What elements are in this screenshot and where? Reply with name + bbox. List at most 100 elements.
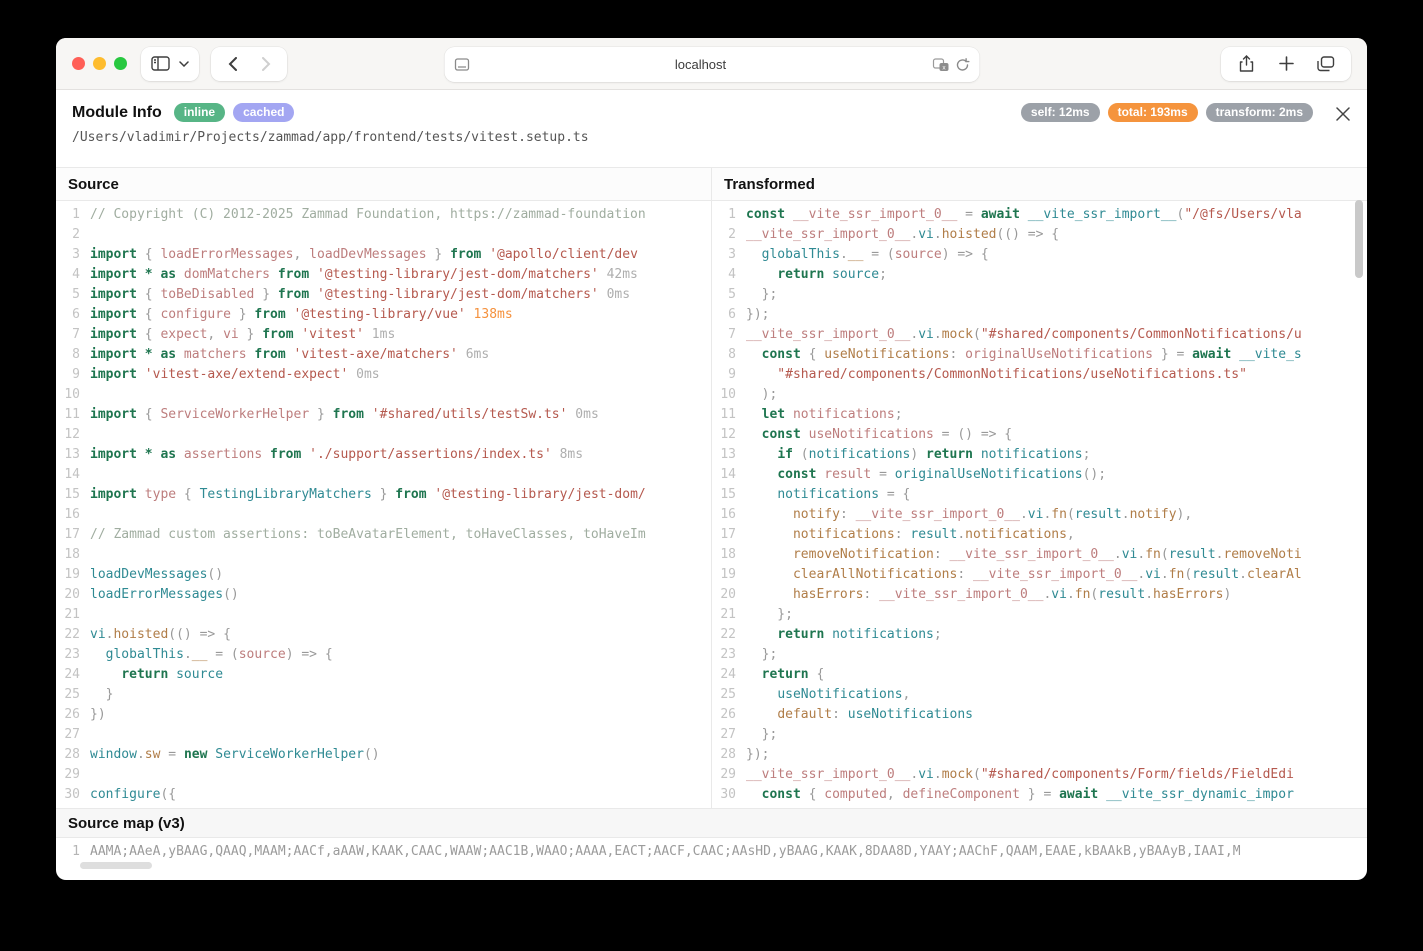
- code-line: 9import 'vitest-axe/extend-expect' 0ms: [56, 365, 711, 385]
- line-number: 14: [56, 465, 90, 485]
- line-number: 9: [56, 365, 90, 385]
- line-number: 18: [56, 545, 90, 565]
- line-number: 5: [712, 285, 746, 305]
- module-header: Module Info inlinecached self: 12mstotal…: [56, 90, 1367, 168]
- code-line: 21 };: [712, 605, 1367, 625]
- code-line: 23 };: [712, 645, 1367, 665]
- code-line: 3 globalThis.__ = (source) => {: [712, 245, 1367, 265]
- line-number: 20: [56, 585, 90, 605]
- close-window-button[interactable]: [72, 57, 85, 70]
- forward-button[interactable]: [251, 49, 281, 79]
- code-text: globalThis.__ = (source) => {: [746, 245, 1367, 265]
- horizontal-scrollbar-thumb[interactable]: [80, 862, 152, 869]
- code-line: 28});: [712, 745, 1367, 765]
- reload-icon[interactable]: [955, 58, 969, 72]
- code-text: import { configure } from '@testing-libr…: [90, 305, 711, 325]
- code-text: // Copyright (C) 2012-2025 Zammad Founda…: [90, 205, 711, 225]
- line-number: 25: [712, 685, 746, 705]
- line-number: 27: [712, 725, 746, 745]
- sidebar-toggle-group[interactable]: [141, 47, 199, 81]
- line-number: 23: [712, 645, 746, 665]
- code-text: const result = originalUseNotifications(…: [746, 465, 1367, 485]
- minimize-window-button[interactable]: [93, 57, 106, 70]
- code-line: 26 default: useNotifications: [712, 705, 1367, 725]
- code-line: 16 notify: __vite_ssr_import_0__.vi.fn(r…: [712, 505, 1367, 525]
- code-line: 14 const result = originalUseNotificatio…: [712, 465, 1367, 485]
- chevron-down-icon[interactable]: [179, 61, 189, 67]
- code-text: }): [90, 705, 711, 725]
- module-file-path: /Users/vladimir/Projects/zammad/app/fron…: [72, 130, 1351, 145]
- line-number: 11: [712, 405, 746, 425]
- code-line: 18: [56, 545, 711, 565]
- code-line: 11import { ServiceWorkerHelper } from '#…: [56, 405, 711, 425]
- line-number: 5: [56, 285, 90, 305]
- code-line: 24 return source: [56, 665, 711, 685]
- sourcemap-header: Source map (v3): [56, 808, 1367, 838]
- browser-titlebar: localhost x: [56, 38, 1367, 90]
- code-text: [90, 765, 711, 785]
- code-line: 19loadDevMessages(): [56, 565, 711, 585]
- line-number: 8: [712, 345, 746, 365]
- code-line: 29: [56, 765, 711, 785]
- sidebar-icon[interactable]: [151, 56, 170, 71]
- transformed-code-panel[interactable]: 1const __vite_ssr_import_0__ = await __v…: [711, 201, 1367, 808]
- tab-overview-button[interactable]: [1309, 49, 1343, 79]
- page-title: Module Info: [72, 104, 162, 122]
- code-line: 17 notifications: result.notifications,: [712, 525, 1367, 545]
- source-code-panel[interactable]: 1// Copyright (C) 2012-2025 Zammad Found…: [56, 201, 711, 808]
- code-line: 5import { toBeDisabled } from '@testing-…: [56, 285, 711, 305]
- line-number: 21: [56, 605, 90, 625]
- code-text: const __vite_ssr_import_0__ = await __vi…: [746, 205, 1367, 225]
- code-text: };: [746, 725, 1367, 745]
- url-field[interactable]: localhost x: [444, 47, 979, 82]
- line-number: 30: [712, 785, 746, 805]
- code-text: notifications: result.notifications,: [746, 525, 1367, 545]
- code-text: import { loadErrorMessages, loadDevMessa…: [90, 245, 711, 265]
- line-number: 17: [712, 525, 746, 545]
- code-line: 23 globalThis.__ = (source) => {: [56, 645, 711, 665]
- line-number: 26: [712, 705, 746, 725]
- code-text: };: [746, 605, 1367, 625]
- code-line: 15import type { TestingLibraryMatchers }…: [56, 485, 711, 505]
- code-line: 1const __vite_ssr_import_0__ = await __v…: [712, 205, 1367, 225]
- line-number: 23: [56, 645, 90, 665]
- code-text: import * as assertions from './support/a…: [90, 445, 711, 465]
- code-text: return source;: [746, 265, 1367, 285]
- code-line: 13import * as assertions from './support…: [56, 445, 711, 465]
- code-text: import * as domMatchers from '@testing-l…: [90, 265, 711, 285]
- line-number: 2: [712, 225, 746, 245]
- code-text: const { computed, defineComponent } = aw…: [746, 785, 1367, 805]
- zoom-window-button[interactable]: [114, 57, 127, 70]
- code-line: 7__vite_ssr_import_0__.vi.mock("#shared/…: [712, 325, 1367, 345]
- page-settings-icon[interactable]: [454, 58, 469, 71]
- module-badges: inlinecached: [174, 103, 295, 122]
- vertical-scrollbar-thumb[interactable]: [1355, 200, 1363, 278]
- line-number: 3: [56, 245, 90, 265]
- code-text: "#shared/components/CommonNotifications/…: [746, 365, 1367, 385]
- code-line: 7import { expect, vi } from 'vitest' 1ms: [56, 325, 711, 345]
- timing-badges: self: 12mstotal: 193mstransform: 2ms: [1021, 103, 1313, 122]
- line-number: 8: [56, 345, 90, 365]
- code-text: let notifications;: [746, 405, 1367, 425]
- code-text: import * as matchers from 'vitest-axe/ma…: [90, 345, 711, 365]
- code-text: if (notifications) return notifications;: [746, 445, 1367, 465]
- close-panel-button[interactable]: [1333, 104, 1353, 124]
- line-number: 22: [56, 625, 90, 645]
- new-tab-button[interactable]: [1269, 49, 1303, 79]
- translate-icon[interactable]: x: [932, 58, 949, 72]
- share-button[interactable]: [1229, 49, 1263, 79]
- line-number: 26: [56, 705, 90, 725]
- code-line: 2: [56, 225, 711, 245]
- code-text: return source: [90, 665, 711, 685]
- line-number: 20: [712, 585, 746, 605]
- code-text: return {: [746, 665, 1367, 685]
- code-line: 13 if (notifications) return notificatio…: [712, 445, 1367, 465]
- line-number: 7: [56, 325, 90, 345]
- code-text: };: [746, 285, 1367, 305]
- code-line: 2__vite_ssr_import_0__.vi.hoisted(() => …: [712, 225, 1367, 245]
- back-button[interactable]: [217, 49, 247, 79]
- line-number: 16: [56, 505, 90, 525]
- code-text: };: [746, 645, 1367, 665]
- code-text: loadErrorMessages(): [90, 585, 711, 605]
- code-line: 6});: [712, 305, 1367, 325]
